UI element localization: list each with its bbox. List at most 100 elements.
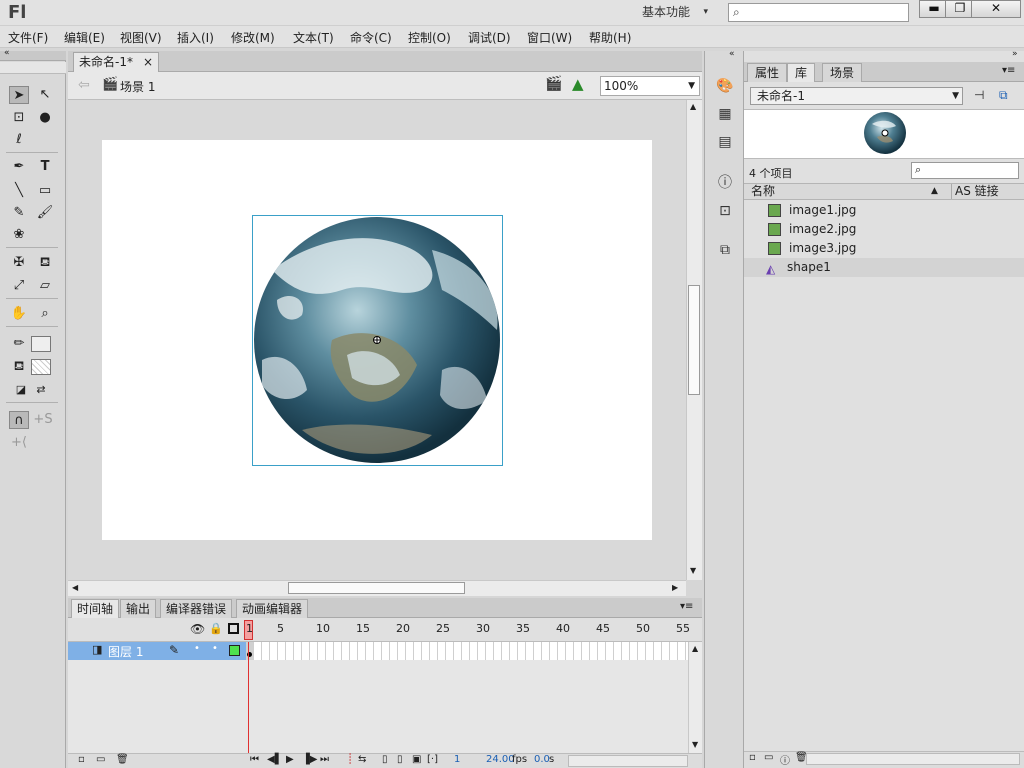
tab-output[interactable]: 输出 <box>120 599 157 618</box>
rectangle-tool-icon[interactable]: ▭ <box>35 182 55 200</box>
properties-icon[interactable]: ⓘ <box>780 752 790 767</box>
lasso-tool-icon[interactable]: ℓ <box>9 131 29 149</box>
edit-symbols-icon[interactable]: ▲ <box>572 75 584 93</box>
scroll-right-icon[interactable]: ▶ <box>672 583 678 592</box>
color-panel-icon[interactable]: 🎨 <box>716 77 734 95</box>
scroll-down-icon[interactable]: ▼ <box>690 566 696 575</box>
free-transform-tool-icon[interactable]: ⊡ <box>9 109 29 127</box>
menu-file[interactable]: 文件(F) <box>8 29 48 46</box>
back-arrow-icon[interactable]: ⇦ <box>78 77 90 93</box>
outline-color-swatch[interactable] <box>229 645 240 656</box>
pencil-tool-icon[interactable]: ✎ <box>9 204 29 222</box>
timeline-vertical-scrollbar[interactable]: ▲ ▼ <box>688 642 702 753</box>
3d-rotation-tool-icon[interactable]: ● <box>35 109 55 127</box>
library-item-image3[interactable]: image3.jpg <box>744 239 1024 258</box>
deco-tool-icon[interactable]: ❀ <box>9 226 29 244</box>
timeline-horizontal-scrollbar[interactable] <box>568 755 688 767</box>
tab-properties[interactable]: 属性 <box>747 63 788 82</box>
collapse-icon[interactable]: « <box>729 49 735 59</box>
menu-edit[interactable]: 编辑(E) <box>64 29 105 46</box>
collapse-icon[interactable]: » <box>1012 49 1018 59</box>
menu-modify[interactable]: 修改(M) <box>231 29 275 46</box>
align-panel-icon[interactable]: ▤ <box>716 133 734 151</box>
library-horizontal-scrollbar[interactable] <box>806 753 1020 765</box>
menu-debug[interactable]: 调试(D) <box>468 29 511 46</box>
black-white-icon[interactable]: ◪ <box>11 381 31 399</box>
stage-vertical-scrollbar[interactable]: ▲ ▼ <box>686 100 702 580</box>
tools-panel-header[interactable]: « <box>0 48 66 61</box>
layer-row[interactable]: ◨ 图层 1 ✎ • • <box>68 642 246 660</box>
visibility-dot[interactable]: • <box>194 643 200 654</box>
panel-menu-icon[interactable]: ▾≡ <box>680 601 693 612</box>
library-item-image2[interactable]: image2.jpg <box>744 220 1024 239</box>
components-panel-icon[interactable]: ⧉ <box>716 241 734 259</box>
play-icon[interactable]: ▶ <box>286 754 294 765</box>
menu-view[interactable]: 视图(V) <box>120 29 162 46</box>
selection-tool-icon[interactable]: ➤ <box>9 86 29 104</box>
subselection-tool-icon[interactable]: ↖ <box>35 86 55 104</box>
onion-outline-icon[interactable]: ▯ <box>397 754 403 765</box>
close-icon[interactable]: × <box>143 53 153 71</box>
library-item-image1[interactable]: image1.jpg <box>744 201 1024 220</box>
loop-icon[interactable]: ⇆ <box>358 754 366 765</box>
paint-bucket-tool-icon[interactable]: ⛾ <box>35 254 55 272</box>
prev-frame-icon[interactable]: ◀▌ <box>267 754 282 765</box>
eye-icon[interactable]: 👁 <box>190 622 205 636</box>
frame-grid[interactable] <box>246 642 688 660</box>
tab-motion-editor[interactable]: 动画编辑器 <box>236 599 309 618</box>
delete-icon[interactable]: 🗑 <box>116 754 129 765</box>
snap-to-objects-icon[interactable]: ∩ <box>9 411 29 429</box>
eraser-tool-icon[interactable]: ▱ <box>35 277 55 295</box>
fill-color-swatch[interactable] <box>31 359 51 375</box>
scene-breadcrumb[interactable]: 场景 1 <box>120 78 155 95</box>
last-frame-icon[interactable]: ⏭ <box>320 754 329 765</box>
stage-horizontal-scrollbar[interactable]: ◀ ▶ <box>68 580 686 596</box>
library-item-shape1[interactable]: ◭ shape1 <box>744 258 1024 277</box>
elapsed-time[interactable]: 0.0 <box>534 754 550 765</box>
pin-icon[interactable]: ⊣ <box>974 88 984 102</box>
document-tab[interactable]: 未命名-1* × <box>73 52 159 72</box>
close-button[interactable]: ✕ <box>971 0 1021 18</box>
panel-menu-icon[interactable]: ▾≡ <box>1002 65 1015 76</box>
tab-scene[interactable]: 场景 <box>822 63 863 82</box>
next-frame-icon[interactable]: ▐▶ <box>302 754 317 765</box>
hand-tool-icon[interactable]: ✋ <box>9 305 29 323</box>
column-name[interactable]: 名称 <box>751 184 775 199</box>
zoom-select[interactable]: 100% ▼ <box>600 76 700 96</box>
new-symbol-icon[interactable]: ▫ <box>749 752 756 763</box>
lock-dot[interactable]: • <box>212 643 218 654</box>
help-search-input[interactable]: ⌕ <box>728 3 909 22</box>
tab-library[interactable]: 库 <box>787 63 816 82</box>
menu-help[interactable]: 帮助(H) <box>589 29 631 46</box>
tools-panel-grip[interactable] <box>0 62 66 74</box>
new-layer-icon[interactable]: ▫ <box>78 754 85 765</box>
scroll-thumb[interactable] <box>688 285 700 395</box>
new-library-icon[interactable]: ⧉ <box>999 88 1008 103</box>
fill-color-icon[interactable]: ⛾ <box>9 358 29 376</box>
pen-tool-icon[interactable]: ✒ <box>9 158 29 176</box>
workspace-switcher[interactable]: 基本功能 ▾ <box>637 3 712 23</box>
sort-icon[interactable]: ▲ <box>931 184 938 199</box>
onion-skin-icon[interactable]: ▯ <box>382 754 388 765</box>
smooth-icon[interactable]: +S <box>33 411 53 429</box>
edit-scene-icon[interactable]: 🎬 <box>545 76 562 92</box>
swap-colors-icon[interactable]: ⇄ <box>31 381 51 399</box>
menu-control[interactable]: 控制(O) <box>408 29 451 46</box>
library-search-input[interactable]: ⌕ <box>911 162 1019 179</box>
layer-name[interactable]: 图层 1 <box>108 643 143 660</box>
outline-icon[interactable] <box>228 623 239 634</box>
collapse-icon[interactable]: « <box>4 48 10 58</box>
edit-multiple-icon[interactable]: ▣ <box>412 754 421 765</box>
eyedropper-tool-icon[interactable]: ⤢ <box>9 277 29 295</box>
tab-compiler-errors[interactable]: 编译器错误 <box>160 599 233 618</box>
stroke-color-swatch[interactable] <box>31 336 51 352</box>
straighten-icon[interactable]: +⟨ <box>9 434 29 452</box>
frame-ruler[interactable]: 1 5 10 15 20 25 30 35 40 45 50 55 <box>246 618 690 642</box>
scroll-thumb[interactable] <box>288 582 465 594</box>
info-panel-icon[interactable]: ⓘ <box>716 174 734 192</box>
menu-text[interactable]: 文本(T) <box>293 29 334 46</box>
swatches-panel-icon[interactable]: ▦ <box>716 105 734 123</box>
new-folder-icon[interactable]: ▭ <box>96 754 105 765</box>
lock-icon[interactable]: 🔒 <box>209 622 223 635</box>
scroll-up-icon[interactable]: ▲ <box>692 644 698 653</box>
